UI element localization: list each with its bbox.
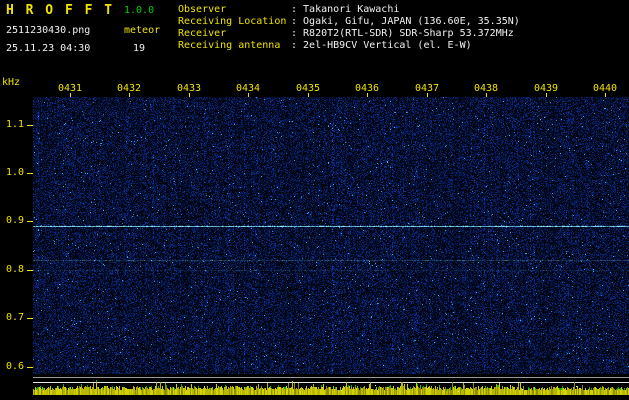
x-tick — [248, 93, 249, 97]
y-tick-label: 1.0 — [5, 167, 24, 178]
station-info-row: Receiving antenna:2el-HB9CV Vertical (el… — [178, 40, 520, 52]
station-info-row: Receiver: R820T2(RTL-SDR) SDR-Sharp 53.37… — [178, 28, 520, 40]
y-tick — [27, 270, 33, 271]
signal-level-strip-canvas — [33, 376, 629, 398]
y-tick-label: 0.9 — [5, 215, 24, 226]
x-tick — [308, 93, 309, 97]
x-tick — [367, 93, 368, 97]
info-label: Receiving Location — [178, 16, 287, 27]
y-tick-label: 0.7 — [5, 312, 24, 323]
hrofft-window: H R O F F T 1.0.0 2511230430.png meteor … — [0, 0, 629, 400]
y-tick — [27, 318, 33, 319]
app-version: 1.0.0 — [124, 5, 155, 16]
x-tick — [427, 93, 428, 97]
mode-label: meteor — [124, 25, 161, 36]
info-value: 2el-HB9CV Vertical (el. E-W) — [303, 40, 472, 51]
x-tick — [546, 93, 547, 97]
x-tick — [129, 93, 130, 97]
info-label: Receiver — [178, 28, 227, 39]
info-label: Receiving antenna — [178, 40, 281, 51]
station-info-row: Receiving Location: Ogaki, Gifu, JAPAN (1… — [178, 16, 520, 28]
spectrogram-canvas — [33, 97, 629, 374]
datetime-label: 25.11.23 04:30 — [6, 43, 91, 54]
info-separator: : — [291, 16, 298, 27]
y-tick-label: 1.1 — [5, 119, 24, 130]
info-value: R820T2(RTL-SDR) SDR-Sharp 53.372MHz — [303, 28, 514, 39]
y-tick-label: 0.8 — [5, 264, 24, 275]
y-tick — [27, 367, 33, 368]
x-tick — [486, 93, 487, 97]
info-value: Takanori Kawachi — [303, 4, 400, 15]
y-tick — [27, 173, 33, 174]
x-tick — [70, 93, 71, 97]
info-separator: : — [291, 40, 298, 51]
info-label: Observer — [178, 4, 227, 15]
x-tick — [605, 93, 606, 97]
info-value: Ogaki, Gifu, JAPAN (136.60E, 35.35N) — [303, 16, 520, 27]
y-tick-label: 0.6 — [5, 361, 24, 372]
station-info-block: Observer: Takanori Kawachi Receiving Locat… — [178, 4, 520, 52]
info-separator: : — [291, 4, 298, 15]
y-tick — [27, 125, 33, 126]
y-axis-unit-label: kHz — [2, 77, 21, 88]
app-title: H R O F F T — [6, 3, 115, 18]
echo-count: 19 — [133, 43, 146, 54]
info-separator: : — [291, 28, 298, 39]
station-info-row: Observer: Takanori Kawachi — [178, 4, 520, 16]
y-tick — [27, 221, 33, 222]
x-tick — [189, 93, 190, 97]
output-filename: 2511230430.png — [6, 25, 91, 36]
